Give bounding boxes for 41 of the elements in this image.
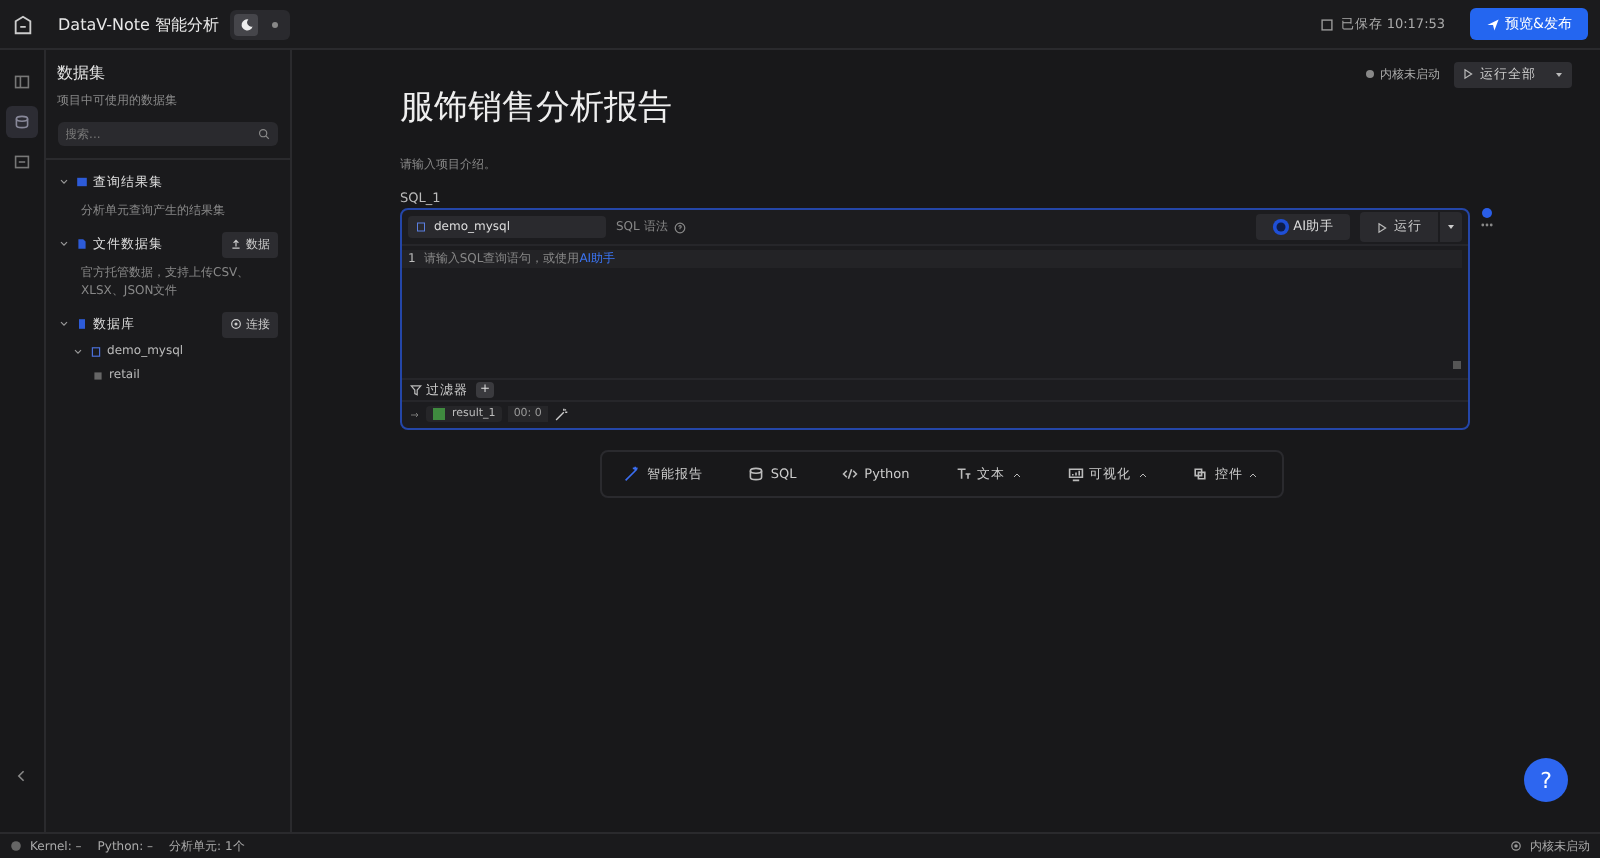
upload-icon (230, 238, 242, 250)
database-icon (748, 466, 765, 482)
kernel-icon (1510, 840, 1522, 852)
chevron-icon[interactable] (71, 345, 84, 357)
chevron-icon[interactable] (57, 176, 70, 188)
help-button[interactable]: ? (1524, 758, 1568, 802)
kernel-icon (10, 840, 22, 852)
status-dot (1482, 208, 1492, 218)
run-menu-button[interactable] (1440, 212, 1462, 242)
ring-icon (1271, 218, 1290, 236)
target-icon (230, 318, 242, 330)
more-icon[interactable] (1480, 222, 1494, 228)
moon-icon[interactable] (234, 13, 259, 35)
monitor-icon (1067, 466, 1084, 482)
sidebar-title: 数据集 (57, 62, 108, 84)
text-icon (955, 466, 972, 482)
database-icon (416, 222, 426, 232)
help-icon[interactable] (673, 221, 686, 233)
file-icon (75, 238, 88, 250)
database-icon[interactable] (5, 106, 38, 138)
widget-icon (1192, 466, 1209, 482)
magic-wand-icon[interactable] (553, 407, 568, 421)
chevron-icon[interactable] (57, 238, 70, 250)
caret-icon (1446, 222, 1456, 232)
status-dot (1366, 70, 1374, 78)
send-icon (1485, 17, 1500, 31)
arrow-icon (410, 409, 420, 419)
magic-wand-icon (624, 466, 641, 482)
report-title[interactable]: 服饰销售分析报告 (400, 86, 1600, 130)
database-icon (89, 345, 102, 357)
app-title: DataV-Note 智能分析 (58, 13, 219, 35)
caret-icon (1554, 69, 1564, 79)
filter-icon (410, 384, 422, 396)
code-icon (842, 466, 859, 482)
search-icon[interactable] (258, 128, 270, 140)
home-logo-icon[interactable] (12, 13, 34, 35)
chevron-icon[interactable] (57, 318, 70, 330)
collapse-icon[interactable] (13, 768, 30, 784)
play-icon (1376, 221, 1388, 233)
play-icon (1462, 68, 1474, 80)
save-icon (1320, 17, 1335, 31)
